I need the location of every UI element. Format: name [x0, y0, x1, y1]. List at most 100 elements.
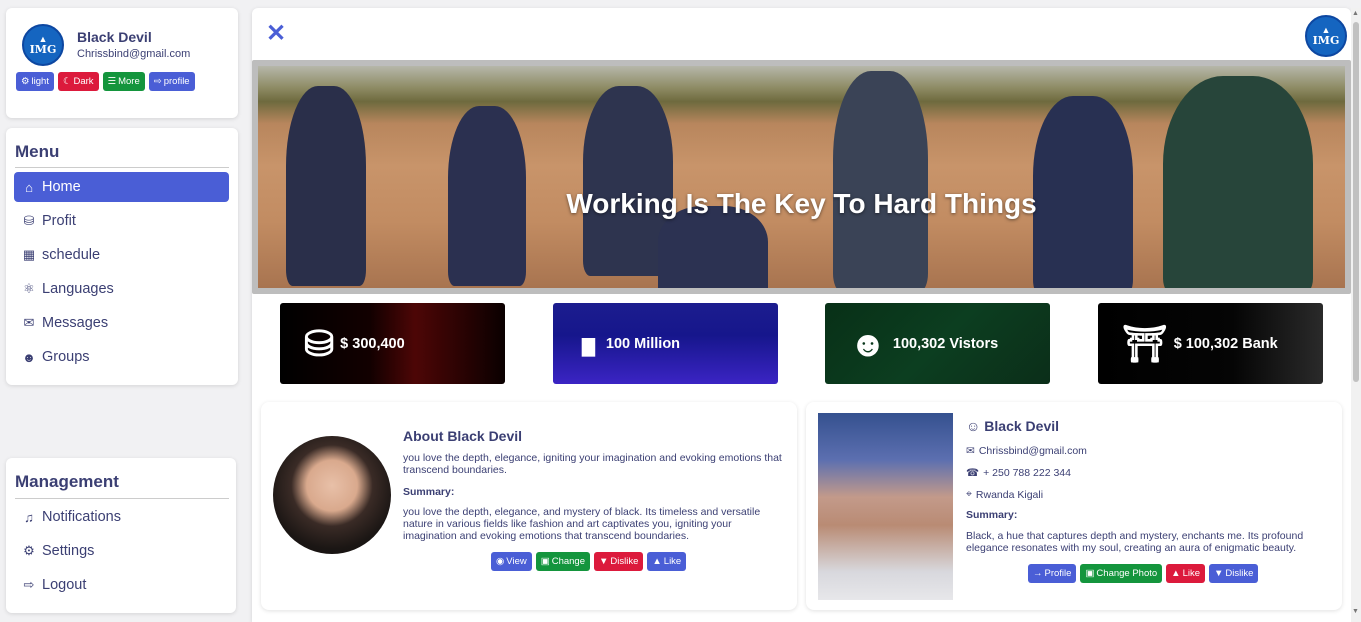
coins-icon: ⛁ — [23, 213, 35, 228]
menu-title: Menu — [15, 142, 60, 161]
profile-location-text: Rwanda Kigali — [975, 488, 1044, 501]
sign-out-icon: ⇨ — [23, 577, 35, 592]
stat-label: $ 100,302 Bank — [1173, 335, 1278, 352]
profile-button[interactable]: ⇨ profile — [148, 72, 195, 91]
scroll-up-icon[interactable]: ▲ — [1352, 10, 1359, 17]
view-button[interactable]: ◉ View — [491, 552, 532, 571]
arrow-right-icon: → — [1033, 568, 1043, 579]
avatar — [273, 436, 391, 554]
user-circle-icon: ☺ — [966, 418, 981, 434]
profile-phone: ☎ + 250 788 222 344 — [966, 467, 1071, 479]
light-mode-label: light — [31, 76, 49, 87]
scroll-thumb[interactable] — [1353, 22, 1359, 382]
profile-name-text: Black Devil — [984, 418, 1060, 434]
sidebar-item-profit[interactable]: ⛁ Profit — [14, 206, 229, 236]
profile-phone-text: + 250 788 222 344 — [983, 467, 1071, 479]
sidebar-item-groups[interactable]: ☻ Groups — [14, 342, 229, 372]
envelope-icon: ✉ — [966, 445, 975, 457]
calendar-icon: ▦ — [22, 247, 36, 262]
users-icon: ☻ — [849, 322, 887, 364]
change-photo-button[interactable]: ▣ Change Photo — [1080, 564, 1163, 583]
user-name: Black Devil — [77, 29, 152, 45]
sidebar-item-languages[interactable]: ⚛ Languages — [14, 274, 229, 304]
profile-link-button[interactable]: → Profile — [1028, 564, 1077, 583]
scroll-down-icon[interactable]: ▼ — [1352, 608, 1359, 615]
sidebar-item-settings[interactable]: ⚙ Settings — [14, 536, 229, 566]
more-button[interactable]: ☰ More — [102, 72, 145, 91]
gear-icon: ⚙ — [23, 543, 35, 558]
globe-icon: ⚛ — [23, 281, 35, 296]
main-panel: ✕ ▲ IMG Working Is The Key To Hard Thing… — [252, 8, 1351, 622]
dark-mode-button[interactable]: ☾ Dark — [57, 72, 99, 91]
dislike-button[interactable]: ▼ Dislike — [1209, 564, 1259, 583]
profile-summary: Black, a hue that captures depth and mys… — [966, 530, 1304, 554]
dislike-label: Dislike — [610, 556, 639, 567]
like-label: Like — [1182, 568, 1201, 579]
sidebar-item-label: schedule — [42, 247, 101, 263]
stat-card-revenue[interactable]: ⛁ $ 300,400 — [280, 303, 505, 384]
camera-icon: ▣ — [540, 556, 550, 567]
profile-location: ⌖ Rwanda Kigali — [966, 488, 1043, 501]
management-card: Management ♫ Notifications ⚙ Settings ⇨ … — [6, 458, 236, 613]
stat-card-bank[interactable]: ⛩ $ 100,302 Bank — [1098, 303, 1323, 384]
change-button[interactable]: ▣ Change — [535, 552, 590, 571]
more-label: More — [118, 76, 140, 87]
sidebar-item-logout[interactable]: ⇨ Logout — [14, 570, 229, 600]
brand-logo: ▲ IMG — [1305, 15, 1347, 57]
hero-heading: Working Is The Key To Hard Things — [566, 188, 1037, 219]
management-divider — [15, 498, 229, 499]
management-title: Management — [15, 472, 119, 491]
user-email: Chrissbind@gmail.com — [77, 48, 191, 60]
logo-text: IMG — [29, 42, 57, 56]
bank-icon: ⛩ — [1122, 322, 1168, 364]
thumbs-up-icon: ▲ — [1171, 568, 1181, 579]
dislike-label: Dislike — [1225, 568, 1254, 579]
stat-card-visitors[interactable]: ☻ 100,302 Vistors — [825, 303, 1050, 384]
coins-icon: ⛁ — [304, 322, 335, 364]
view-label: View — [506, 556, 527, 567]
like-label: Like — [663, 556, 682, 567]
thumbs-up-icon: ▲ — [652, 556, 662, 567]
profile-name: ☺ Black Devil — [966, 418, 1059, 434]
sidebar-item-label: Messages — [42, 315, 109, 331]
brand-logo: ▲ IMG — [22, 24, 64, 66]
profile-link-label: Profile — [1044, 568, 1072, 579]
sidebar-item-label: Home — [42, 179, 81, 195]
dislike-button[interactable]: ▼ Dislike — [593, 552, 644, 571]
change-label: Change — [551, 556, 585, 567]
sidebar-item-messages[interactable]: ✉ Messages — [14, 308, 229, 338]
light-mode-button[interactable]: ⚙ light — [16, 72, 54, 91]
about-card: About Black Devil you love the depth, el… — [261, 402, 797, 610]
summary-label: Summary: — [966, 509, 1018, 521]
menu-card: Menu ⌂ Home ⛁ Profit ▦ schedule ⚛ Langua… — [6, 128, 238, 385]
profile-email: ✉ Chrissbind@gmail.com — [966, 445, 1087, 457]
sidebar-item-label: Languages — [42, 281, 114, 297]
hero-image: Working Is The Key To Hard Things — [258, 66, 1345, 288]
users-icon: ☻ — [22, 349, 36, 365]
change-photo-label: Change Photo — [1096, 568, 1158, 579]
stat-label: 100,302 Vistors — [892, 335, 999, 352]
comments-icon: ✉ — [23, 315, 35, 330]
stat-card-million[interactable]: ∎ 100 Million — [553, 303, 778, 384]
about-summary: you love the depth, elegance, and myster… — [403, 506, 761, 542]
sidebar-item-home[interactable]: ⌂ Home — [14, 172, 229, 202]
like-button[interactable]: ▲ Like — [1166, 564, 1206, 583]
about-description: you love the depth, elegance, igniting y… — [403, 452, 782, 476]
menu-divider — [15, 167, 229, 168]
profile-card: ▲ IMG Black Devil Chrissbind@gmail.com ⚙… — [6, 8, 238, 118]
like-button[interactable]: ▲ Like — [647, 552, 687, 571]
eye-icon: ◉ — [496, 556, 505, 567]
profile-label: profile — [163, 76, 190, 87]
scrollbar[interactable]: ▲ ▼ — [1351, 8, 1361, 622]
sidebar-item-label: Settings — [42, 543, 95, 559]
close-icon[interactable]: ✕ — [266, 22, 286, 46]
sidebar-item-label: Profit — [42, 213, 76, 229]
about-title: About Black Devil — [403, 428, 523, 444]
sidebar-item-schedule[interactable]: ▦ schedule — [14, 240, 229, 270]
sign-out-icon: ⇨ — [153, 76, 162, 87]
location-icon: ⌖ — [966, 488, 972, 500]
sidebar-item-notifications[interactable]: ♫ Notifications — [14, 502, 229, 532]
camera-icon: ▣ — [1085, 568, 1095, 579]
menu-icon: ☰ — [107, 76, 117, 87]
profile-email-text: Chrissbind@gmail.com — [978, 445, 1087, 457]
